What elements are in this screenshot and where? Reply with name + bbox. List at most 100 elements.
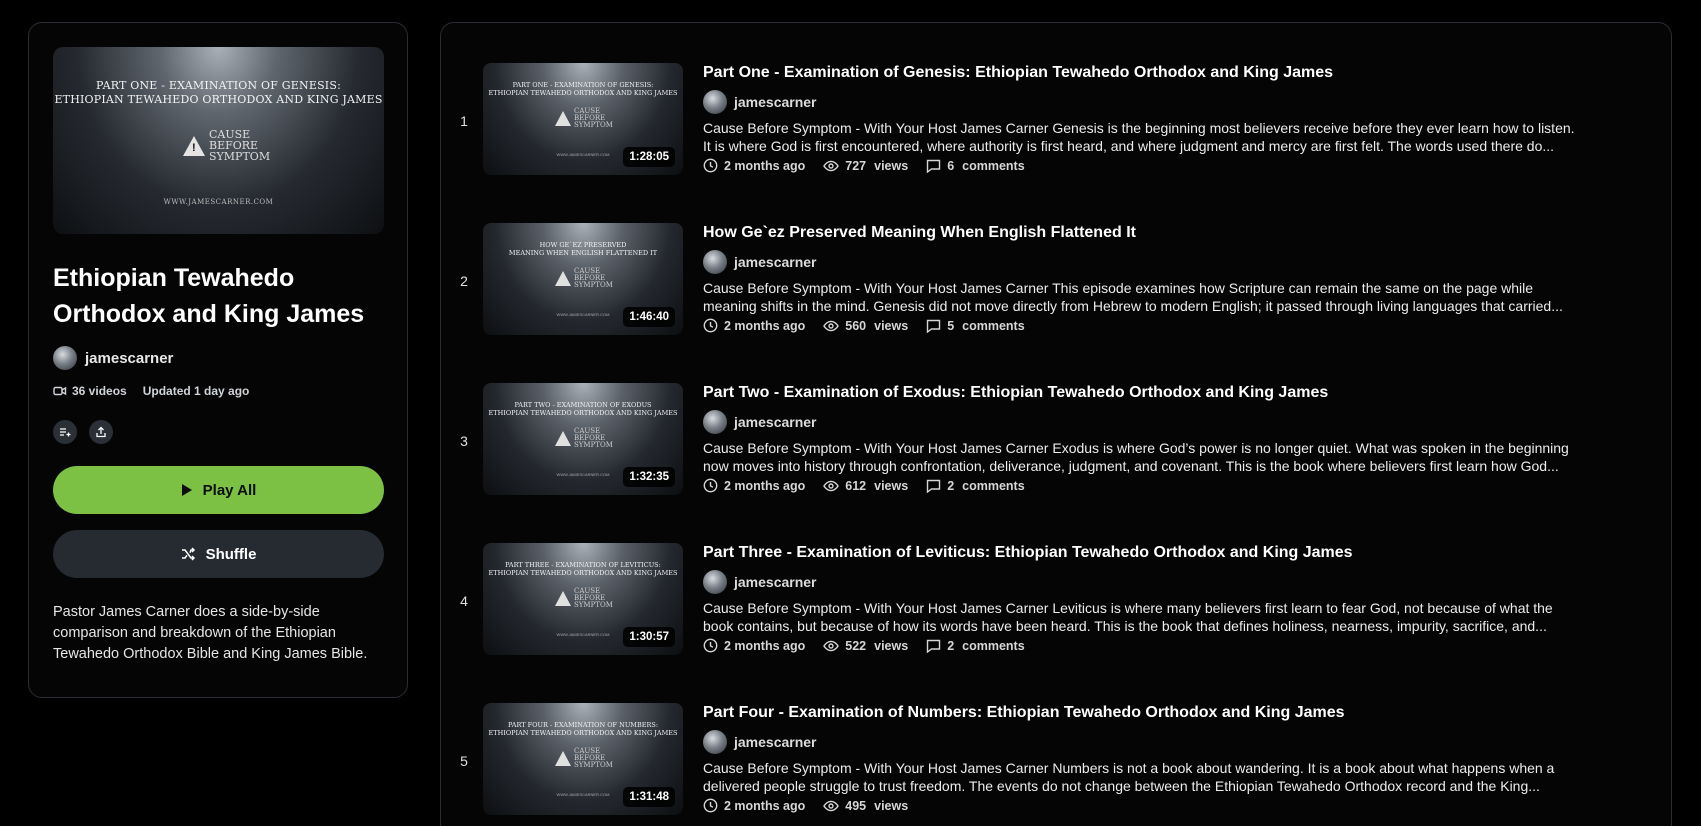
eye-icon (823, 480, 840, 491)
video-channel[interactable]: jamescarner (703, 570, 1633, 594)
eye-icon (823, 800, 840, 811)
video-description-line-2: book contains, but because of how its wo… (703, 618, 1547, 634)
video-stats: 2 months ago 612 views 2 comments (703, 478, 1633, 493)
playlist-title: Ethiopian Tewahedo Orthodox and King Jam… (53, 260, 383, 332)
thumbnail-caption-line-1: PART FOUR - EXAMINATION OF NUMBERS: (507, 721, 659, 729)
playlist-owner[interactable]: jamescarner (53, 346, 383, 370)
video-comments: 6 comments (926, 158, 1025, 173)
video-title[interactable]: Part Three - Examination of Leviticus: E… (703, 543, 1633, 563)
video-index: 2 (460, 273, 468, 289)
clock-icon (703, 638, 718, 653)
channel-name[interactable]: jamescarner (734, 734, 817, 750)
video-description: Cause Before Symptom - With Your Host Ja… (703, 759, 1633, 795)
owner-name[interactable]: jamescarner (85, 350, 173, 367)
channel-name[interactable]: jamescarner (734, 414, 817, 430)
clock-icon (703, 318, 718, 333)
video-thumbnail[interactable]: PART FOUR - EXAMINATION OF NUMBERS: ETHI… (483, 703, 683, 815)
playlist-cover-image[interactable]: PART ONE - EXAMINATION OF GENESIS: ETHIO… (53, 47, 384, 234)
cover-brand-line-3: SYMPTOM (209, 150, 271, 163)
thumbnail-logo: CAUSE BEFORE SYMPTOM (555, 108, 613, 129)
video-row[interactable]: 4 PART THREE - EXAMINATION OF LEVITICUS:… (441, 543, 1671, 663)
video-comments: 2 comments (926, 478, 1025, 493)
video-age-label: 2 months ago (724, 318, 806, 333)
share-icon (96, 426, 106, 438)
video-duration: 1:30:57 (623, 627, 675, 647)
thumbnail-caption: PART TWO - EXAMINATION OF EXODUS ETHIOPI… (483, 401, 683, 417)
video-description: Cause Before Symptom - With Your Host Ja… (703, 119, 1633, 155)
video-views: 560 views (823, 319, 908, 333)
video-duration: 1:28:05 (623, 147, 675, 167)
play-all-button[interactable]: Play All (53, 466, 384, 514)
video-thumbnail[interactable]: PART ONE - EXAMINATION OF GENESIS: ETHIO… (483, 63, 683, 175)
channel-avatar[interactable] (703, 730, 727, 754)
thumbnail-logo: CAUSE BEFORE SYMPTOM (555, 268, 613, 289)
channel-avatar[interactable] (703, 90, 727, 114)
video-age: 2 months ago (703, 798, 805, 813)
thumbnail-caption-line-2: MEANING WHEN ENGLISH FLATTENED IT (508, 249, 658, 257)
thumbnail-brand-line-3: SYMPTOM (574, 281, 613, 289)
video-views: 522 views (823, 639, 908, 653)
play-all-label: Play All (202, 481, 257, 499)
video-title[interactable]: Part Four - Examination of Numbers: Ethi… (703, 703, 1633, 723)
video-thumbnail[interactable]: PART THREE - EXAMINATION OF LEVITICUS: E… (483, 543, 683, 655)
thumbnail-caption: PART FOUR - EXAMINATION OF NUMBERS: ETHI… (483, 721, 683, 737)
video-camera-icon (53, 386, 67, 396)
video-channel[interactable]: jamescarner (703, 90, 1633, 114)
video-index: 4 (460, 593, 468, 609)
channel-avatar[interactable] (703, 570, 727, 594)
video-age-label: 2 months ago (724, 638, 806, 653)
video-channel[interactable]: jamescarner (703, 250, 1633, 274)
shuffle-button[interactable]: Shuffle (53, 530, 384, 578)
video-channel[interactable]: jamescarner (703, 730, 1633, 754)
cover-caption-line-1: PART ONE - EXAMINATION OF GENESIS: (96, 79, 341, 92)
cover-caption-line-2: ETHIOPIAN TEWAHEDO ORTHODOX AND KING JAM… (54, 93, 383, 106)
video-thumbnail[interactable]: HOW GE`EZ PRESERVED MEANING WHEN ENGLISH… (483, 223, 683, 335)
video-thumbnail[interactable]: PART TWO - EXAMINATION OF EXODUS ETHIOPI… (483, 383, 683, 495)
thumbnail-brand: CAUSE BEFORE SYMPTOM (574, 588, 613, 609)
comment-count-label: comments (962, 318, 1025, 333)
video-description-line-2: It is where God is first encountered, wh… (703, 138, 1555, 154)
view-count-label: views (874, 478, 909, 493)
owner-avatar[interactable] (53, 346, 77, 370)
eye-icon (823, 160, 840, 171)
channel-name[interactable]: jamescarner (734, 254, 817, 270)
video-comments: 5 comments (926, 318, 1025, 333)
video-age-label: 2 months ago (724, 158, 806, 173)
clock-icon (703, 798, 718, 813)
video-views: 495 views (823, 799, 908, 813)
video-duration: 1:46:40 (623, 307, 675, 327)
video-title[interactable]: How Ge`ez Preserved Meaning When English… (703, 223, 1633, 243)
comment-count: 6 (947, 158, 955, 173)
video-title[interactable]: Part One - Examination of Genesis: Ethio… (703, 63, 1633, 83)
add-to-queue-button[interactable] (53, 420, 77, 444)
channel-name[interactable]: jamescarner (734, 574, 817, 590)
comment-count: 2 (947, 478, 955, 493)
video-stats: 2 months ago 560 views 5 comments (703, 318, 1633, 333)
video-description-line-1: Cause Before Symptom - With Your Host Ja… (703, 120, 1575, 136)
channel-avatar[interactable] (703, 250, 727, 274)
video-description-line-2: now moves into history through confronta… (703, 458, 1559, 474)
video-channel[interactable]: jamescarner (703, 410, 1633, 434)
thumbnail-caption-line-2: ETHIOPIAN TEWAHEDO ORTHODOX AND KING JAM… (488, 89, 678, 97)
video-description-line-1: Cause Before Symptom - With Your Host Ja… (703, 440, 1569, 456)
video-row[interactable]: 2 HOW GE`EZ PRESERVED MEANING WHEN ENGLI… (441, 223, 1671, 343)
video-title[interactable]: Part Two - Examination of Exodus: Ethiop… (703, 383, 1633, 403)
eye-icon (823, 320, 840, 331)
channel-avatar[interactable] (703, 410, 727, 434)
warning-triangle-icon (555, 591, 571, 606)
channel-name[interactable]: jamescarner (734, 94, 817, 110)
video-description: Cause Before Symptom - With Your Host Ja… (703, 439, 1633, 475)
add-to-queue-icon (60, 428, 71, 437)
thumbnail-caption-line-2: ETHIOPIAN TEWAHEDO ORTHODOX AND KING JAM… (488, 409, 678, 417)
video-row[interactable]: 5 PART FOUR - EXAMINATION OF NUMBERS: ET… (441, 703, 1671, 823)
share-button[interactable] (89, 420, 113, 444)
playlist-title-line-2: Orthodox and King James (53, 300, 365, 328)
view-count-label: views (874, 798, 909, 813)
shuffle-icon (181, 547, 195, 561)
video-row[interactable]: 3 PART TWO - EXAMINATION OF EXODUS ETHIO… (441, 383, 1671, 503)
video-row[interactable]: 1 PART ONE - EXAMINATION OF GENESIS: ETH… (441, 63, 1671, 183)
playlist-title-line-1: Ethiopian Tewahedo (53, 264, 295, 292)
warning-triangle-icon (555, 271, 571, 286)
video-views: 727 views (823, 159, 908, 173)
view-count: 495 (845, 798, 867, 813)
